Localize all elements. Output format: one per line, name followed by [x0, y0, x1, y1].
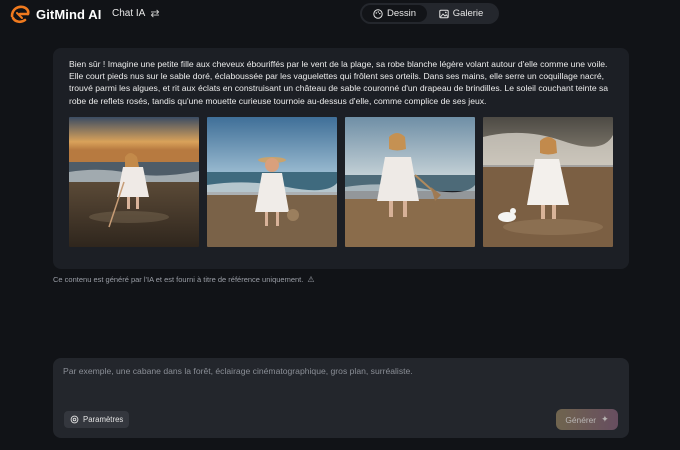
top-bar: GitMind AI Chat IA ⇄ Dessin Galerie	[0, 0, 680, 28]
disclaimer-text: Ce contenu est généré par l'IA et est fo…	[53, 275, 304, 284]
generate-label: Générer	[565, 414, 597, 425]
prompt-input[interactable]	[63, 366, 619, 396]
tab-dessin[interactable]: Dessin	[362, 5, 427, 22]
settings-icon	[70, 415, 79, 424]
generated-image-3[interactable]	[345, 117, 475, 247]
chat-ia-switch[interactable]: Chat IA ⇄	[112, 7, 160, 20]
mode-switch: Dessin Galerie	[360, 3, 499, 24]
beach-child-shovel-image	[345, 117, 475, 247]
generated-image-4[interactable]	[483, 117, 613, 247]
settings-label: Paramètres	[83, 415, 124, 424]
generate-button[interactable]: Générer ✦	[556, 409, 618, 430]
beach-child-seagull-image	[483, 117, 613, 247]
gitmind-logo-icon	[10, 5, 30, 24]
response-card: Bien sûr ! Imagine une petite fille aux …	[53, 48, 629, 269]
beach-child-hat-image	[207, 117, 337, 247]
generated-images	[69, 117, 613, 247]
generated-image-2[interactable]	[207, 117, 337, 247]
tab-galerie-label: Galerie	[452, 8, 484, 19]
settings-button[interactable]: Paramètres	[64, 411, 130, 428]
brand[interactable]: GitMind AI	[9, 4, 102, 24]
prompt-composer: Paramètres Générer ✦	[53, 358, 629, 438]
brand-name: GitMind AI	[36, 6, 102, 22]
chat-ia-label: Chat IA	[112, 8, 146, 19]
warning-icon[interactable]: ⚠	[307, 275, 314, 284]
response-text: Bien sûr ! Imagine une petite fille aux …	[69, 59, 609, 106]
swap-icon: ⇄	[150, 8, 160, 20]
image-icon	[438, 9, 449, 18]
tab-dessin-label: Dessin	[386, 8, 417, 19]
ai-disclaimer: Ce contenu est généré par l'IA et est fo…	[53, 275, 315, 284]
palette-icon	[373, 8, 383, 19]
beach-sunset-image	[69, 117, 199, 247]
sparkle-icon: ✦	[601, 414, 609, 424]
generated-image-1[interactable]	[69, 117, 199, 247]
tab-galerie[interactable]: Galerie	[427, 5, 495, 22]
